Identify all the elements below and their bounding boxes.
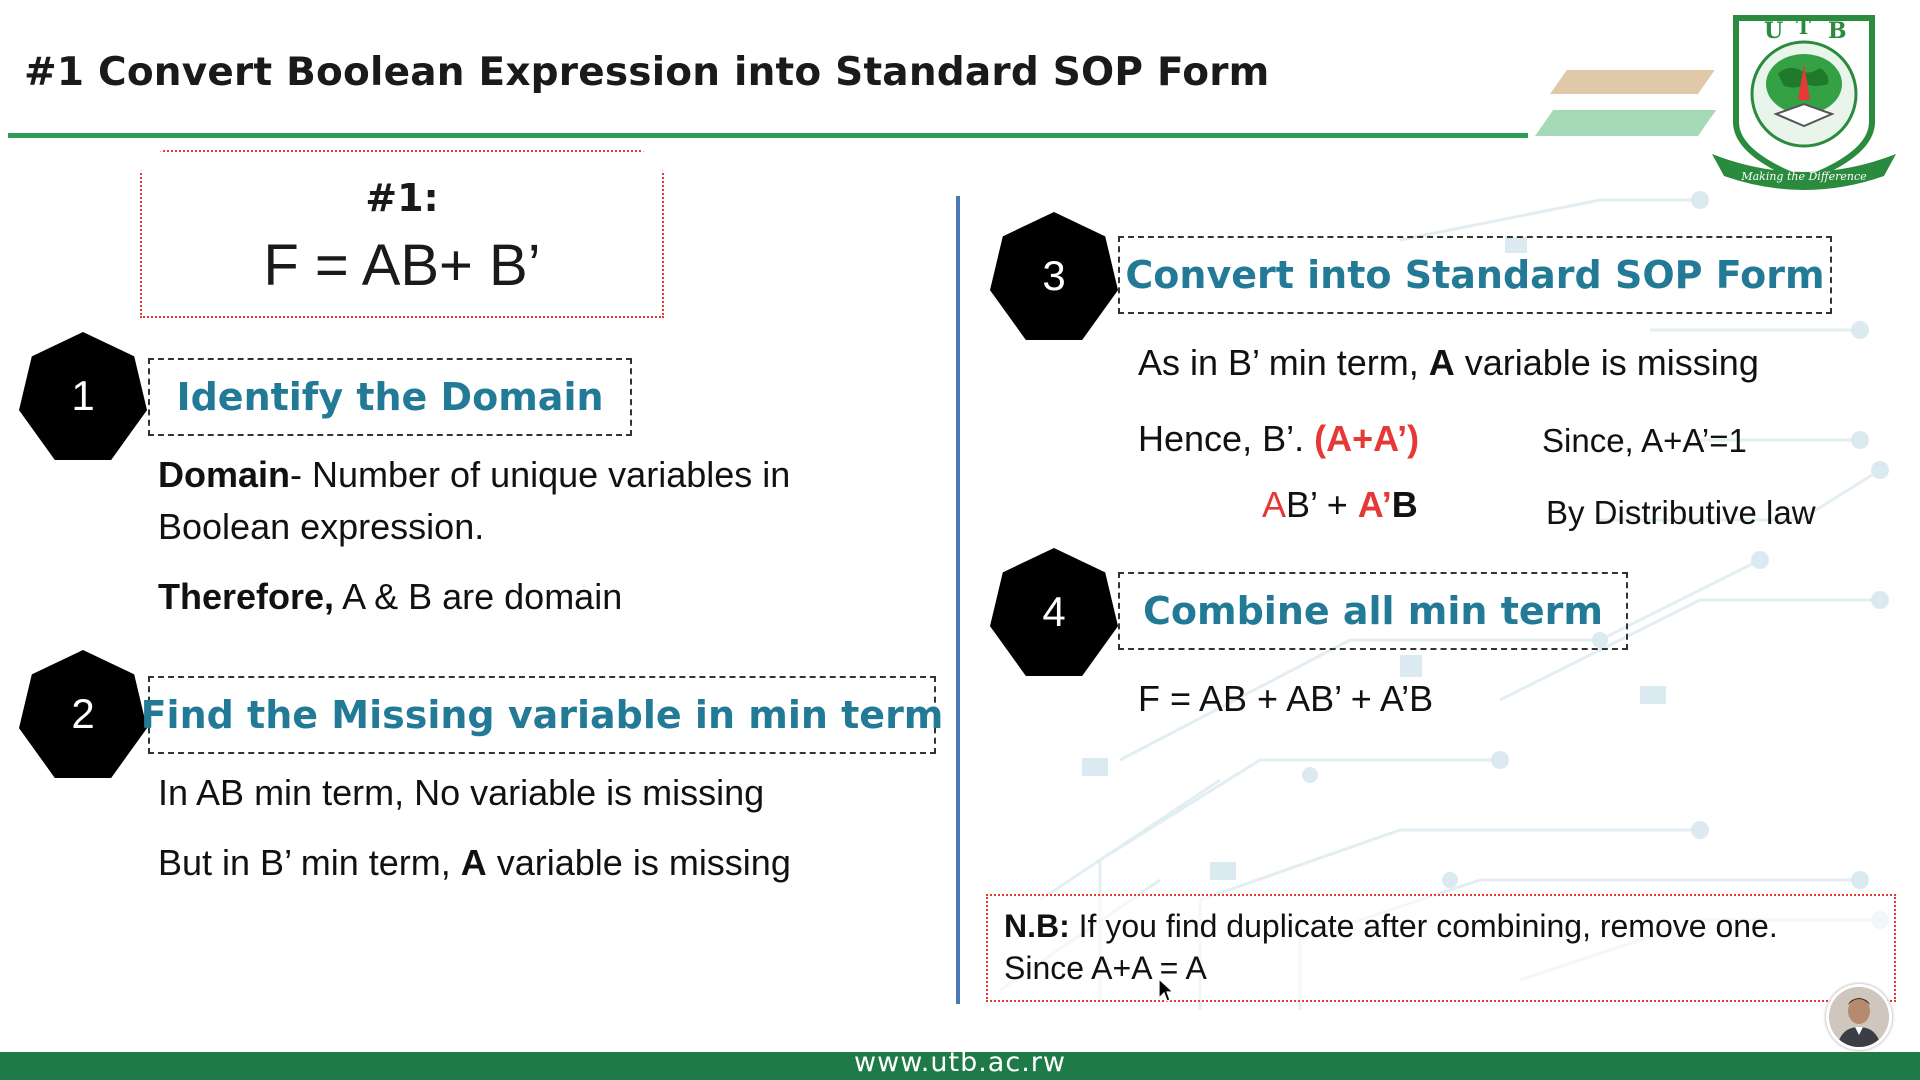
logo-motto: Making the Difference	[1740, 170, 1867, 183]
step-4-heading: Combine all min term	[1118, 572, 1628, 650]
therefore-text: A & B are domain	[334, 576, 623, 617]
domain-line-2: Boolean expression.	[158, 506, 485, 547]
utb-logo: U T B Making the Difference	[1712, 15, 1896, 190]
logo-letter-b: B	[1828, 18, 1847, 44]
footer-url[interactable]: www.utb.ac.rw	[0, 1047, 1920, 1078]
step-2-heading: Find the Missing variable in min term	[141, 676, 943, 754]
step-2-line-2-bold: A	[460, 842, 487, 883]
therefore-line: Therefore, A & B are domain	[158, 576, 622, 618]
logo-letter-u: U	[1764, 18, 1783, 44]
step-1-heading: Identify the Domain	[148, 358, 632, 436]
step-2-line-2: But in B’ min term, A variable is missin…	[158, 842, 791, 884]
step-3-line-1-pre: As in B’ min term,	[1138, 342, 1429, 383]
title-underline	[8, 133, 1528, 138]
step-2-line-2-pre: But in B’ min term,	[158, 842, 461, 883]
hence-red-term: (A+A’)	[1314, 418, 1420, 459]
presenter-face-icon	[1829, 987, 1889, 1047]
slide: #1 Convert Boolean Expression into Stand…	[0, 0, 1920, 1080]
step-3-line-1-post: variable is missing	[1454, 342, 1759, 383]
note-line-1: N.B: If you find duplicate after combini…	[1004, 908, 1778, 945]
distributive-red-a-prime: A’	[1357, 484, 1392, 525]
decor-stripe-green	[1535, 110, 1717, 136]
step-3-line-1: As in B’ min term, A variable is missing	[1138, 342, 1759, 384]
step-2-line-2-post: variable is missing	[486, 842, 791, 883]
step-3-heading: Convert into Standard SOP Form	[1118, 236, 1832, 314]
logo-letter-t: T	[1796, 15, 1811, 39]
slide-title: #1 Convert Boolean Expression into Stand…	[24, 50, 1270, 95]
decor-stripe-tan	[1550, 70, 1715, 94]
since-identity: Since, A+A’=1	[1542, 422, 1747, 459]
domain-text: - Number of unique variables in	[290, 454, 791, 495]
column-divider	[956, 196, 960, 1004]
note-text-1: If you find duplicate after combining, r…	[1069, 908, 1778, 944]
step-4-result: F = AB + AB’ + A’B	[1138, 678, 1434, 719]
formula-expression: F = AB+ B’	[263, 233, 541, 298]
distributive-red-a: A	[1262, 484, 1287, 525]
distributive-expression: AB’ + A’B	[1262, 484, 1418, 526]
note-label: N.B:	[1004, 908, 1070, 944]
formula-number: #1:	[365, 176, 439, 220]
distributive-middle: B’ +	[1286, 484, 1358, 525]
step-2-line-1: In AB min term, No variable is missing	[158, 772, 765, 813]
therefore-label: Therefore,	[158, 576, 335, 617]
note-line-2: Since A+A = A	[1004, 950, 1207, 986]
domain-line-1: Domain- Number of unique variables in	[158, 454, 790, 496]
hence-text: Hence, B’.	[1138, 418, 1315, 459]
distributive-law-label: By Distributive law	[1546, 494, 1816, 531]
hence-line: Hence, B’. (A+A’)	[1138, 418, 1419, 460]
mouse-cursor-icon	[1158, 978, 1174, 1002]
domain-label: Domain	[158, 454, 291, 495]
presenter-avatar	[1826, 984, 1892, 1050]
step-3-line-1-bold: A	[1428, 342, 1455, 383]
distributive-end: B	[1391, 484, 1418, 525]
